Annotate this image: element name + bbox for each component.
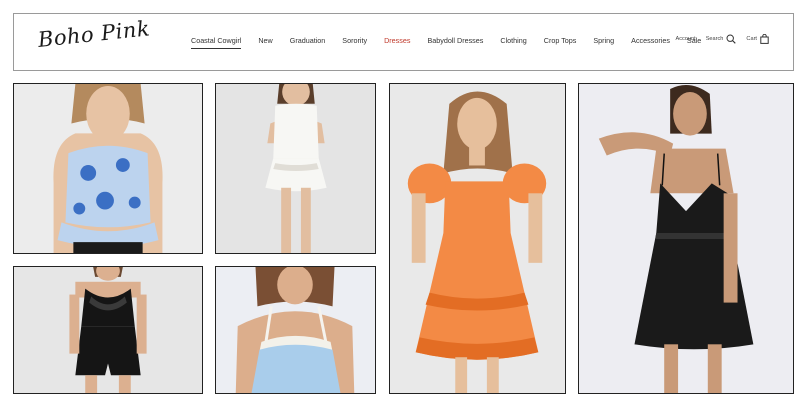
site-header: Boho Pink Coastal Cowgirl New Graduation… <box>13 13 794 71</box>
nav-item-clothing[interactable]: Clothing <box>500 36 526 49</box>
product-image <box>14 84 202 253</box>
search-label: Search <box>705 36 724 42</box>
product-image <box>216 84 375 253</box>
brand-logo[interactable]: Boho Pink <box>37 16 151 52</box>
product-tile-black-cowl-neck-satin-romper[interactable] <box>13 266 203 394</box>
account-label: Account <box>675 36 696 42</box>
nav-item-crop-tops[interactable]: Crop Tops <box>544 36 577 49</box>
product-image <box>579 84 793 393</box>
product-image <box>390 84 565 393</box>
product-tile-black-slip-mini-dress[interactable] <box>578 83 794 394</box>
cart-label: Cart <box>746 36 757 42</box>
search-icon <box>726 34 737 44</box>
product-image <box>216 267 375 393</box>
shopping-bag-icon <box>760 34 769 44</box>
nav-item-new[interactable]: New <box>258 36 272 49</box>
product-tile-light-blue-lace-trim-top[interactable] <box>215 266 376 394</box>
account-link[interactable]: Account <box>675 36 695 42</box>
product-tile-white-strapless-mini-dress[interactable] <box>215 83 376 254</box>
main-nav: Coastal Cowgirl New Graduation Sorority … <box>191 36 718 49</box>
nav-item-dresses[interactable]: Dresses <box>384 36 410 49</box>
search-link[interactable]: Search <box>706 34 737 44</box>
nav-item-sorority[interactable]: Sorority <box>342 36 367 49</box>
nav-item-coastal-cowgirl[interactable]: Coastal Cowgirl <box>191 36 242 49</box>
utility-links: Account Search Cart <box>665 34 769 44</box>
product-tile-orange-puff-sleeve-cutout-dress[interactable] <box>389 83 566 394</box>
nav-item-babydoll-dresses[interactable]: Babydoll Dresses <box>427 36 483 49</box>
nav-item-spring[interactable]: Spring <box>593 36 614 49</box>
product-image <box>14 267 202 393</box>
cart-link[interactable]: Cart <box>746 34 769 44</box>
product-tile-blue-floral-corset-top[interactable] <box>13 83 203 254</box>
nav-item-graduation[interactable]: Graduation <box>290 36 326 49</box>
nav-item-accessories[interactable]: Accessories <box>631 36 670 49</box>
